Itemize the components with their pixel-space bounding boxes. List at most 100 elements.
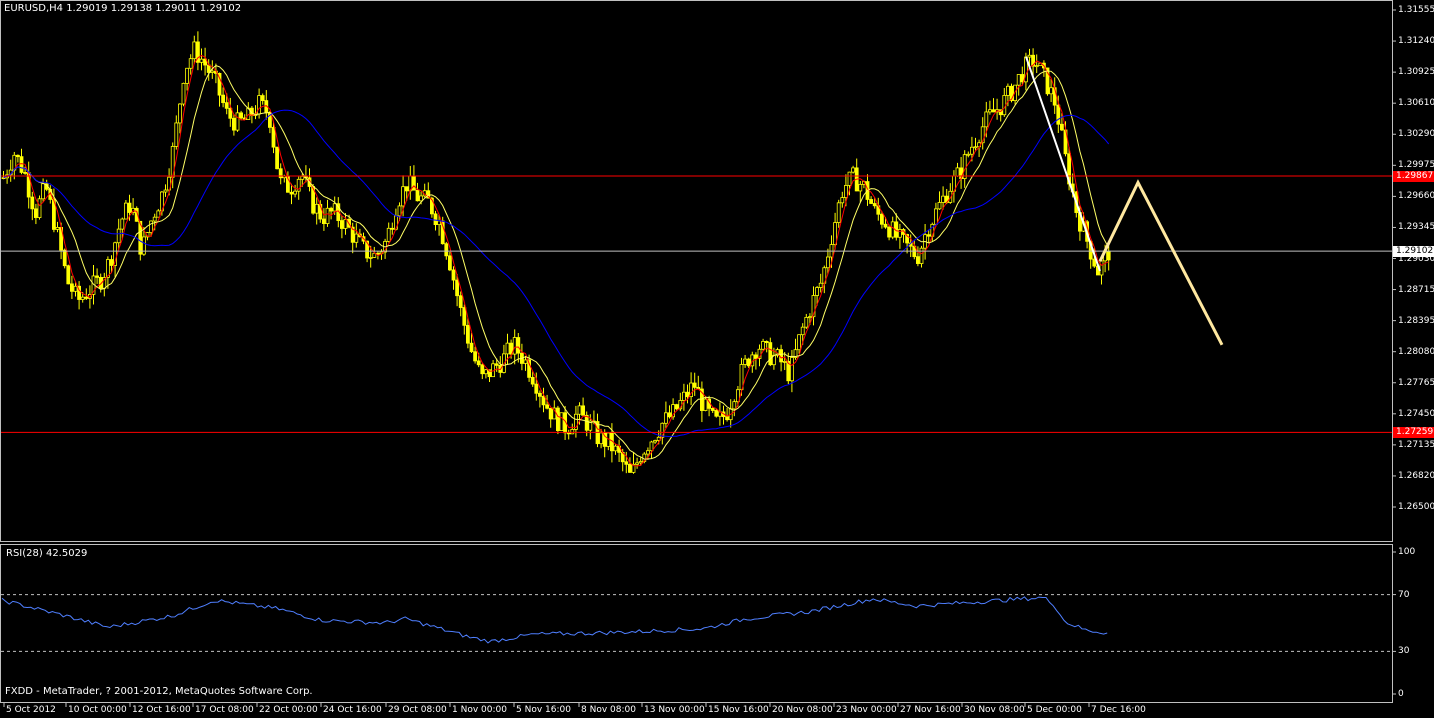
candle-body	[692, 382, 697, 388]
candle-body	[782, 360, 787, 363]
candle-body	[962, 154, 967, 179]
candle-body	[275, 146, 280, 170]
candle-body	[628, 463, 632, 473]
candle-body	[447, 255, 452, 271]
candle-body	[840, 197, 845, 204]
rsi-axis-label: 70	[1398, 589, 1410, 600]
rsi-axis-label: 30	[1398, 646, 1410, 657]
candle-body	[34, 208, 38, 218]
candle-body	[109, 259, 114, 266]
time-axis-label: 29 Oct 08:00	[388, 705, 447, 715]
candle-body	[329, 207, 334, 212]
current-price-tag: 1.29102	[1393, 246, 1434, 258]
candle-body	[764, 340, 769, 343]
time-axis-label: 5 Nov 16:00	[516, 705, 571, 715]
time-axis-label: 20 Nov 08:00	[772, 705, 833, 715]
candle-body	[743, 358, 747, 365]
candle-body	[955, 167, 960, 177]
candle-body	[1034, 65, 1039, 68]
candle-body	[1106, 250, 1111, 261]
candle-body	[577, 405, 582, 415]
candle-body	[649, 441, 654, 452]
candle-body	[199, 58, 204, 63]
rsi-axis-label: 100	[1398, 547, 1416, 557]
candle-body	[869, 199, 873, 204]
candle-body	[1006, 85, 1010, 96]
candle-body	[941, 195, 945, 203]
price-axis-label: 1.30290	[1398, 129, 1434, 140]
candle-body	[804, 316, 809, 328]
price-axis-label: 1.31555	[1398, 5, 1434, 15]
candle-body	[512, 337, 517, 355]
candle-body	[257, 95, 262, 115]
candle-body	[890, 221, 895, 238]
candle-body	[314, 203, 319, 214]
candle-body	[95, 275, 99, 278]
candle-body	[1060, 123, 1064, 131]
candle-body	[469, 342, 474, 353]
price-axis-label: 1.27765	[1398, 377, 1434, 388]
price-axis-label: 1.26820	[1398, 470, 1434, 481]
candle-body	[483, 369, 488, 375]
price-axis-label: 1.27135	[1398, 439, 1434, 450]
candle-body	[545, 404, 549, 409]
time-axis-label: 27 Nov 16:00	[900, 705, 961, 715]
price-axis-label: 1.29660	[1398, 191, 1434, 202]
candle-body	[37, 198, 42, 218]
candle-body	[271, 127, 276, 148]
chart-canvas[interactable]	[0, 0, 1434, 718]
time-axis-label: 30 Nov 08:00	[964, 705, 1025, 715]
price-axis-label: 1.28715	[1398, 284, 1434, 295]
candle-body	[761, 340, 765, 350]
candle-body	[534, 383, 539, 394]
candle-body	[880, 213, 884, 225]
candle-body	[80, 296, 85, 300]
candle-body	[746, 358, 751, 367]
candle-body	[797, 334, 801, 351]
candle-body	[872, 203, 877, 207]
candle-body	[646, 450, 650, 455]
candle-body	[473, 351, 478, 362]
candle-body	[970, 146, 974, 155]
candle-body	[476, 360, 481, 366]
candle-body	[973, 146, 978, 149]
candle-body	[664, 412, 668, 424]
candle-body	[541, 395, 546, 406]
candle-body	[120, 218, 125, 230]
candle-body	[188, 58, 193, 69]
copyright-text: FXDD - MetaTrader, ? 2001-2012, MetaQuot…	[5, 686, 313, 697]
candle-body	[354, 233, 359, 243]
candle-body	[1016, 74, 1021, 86]
candle-body	[465, 324, 470, 344]
candle-body	[300, 175, 305, 180]
candle-body	[455, 279, 460, 297]
candle-body	[858, 184, 863, 192]
candle-body	[847, 171, 852, 186]
time-axis-label: 24 Oct 16:00	[323, 705, 382, 715]
candle-body	[390, 227, 395, 230]
candle-body	[768, 342, 773, 366]
candle-body	[887, 226, 891, 238]
candle-body	[937, 202, 942, 210]
time-axis-label: 1 Nov 00:00	[452, 705, 507, 715]
candle-body	[221, 94, 226, 104]
candle-body	[703, 398, 708, 411]
candle-body	[818, 282, 823, 288]
level-price-tag: 1.29867	[1393, 170, 1434, 182]
candle-body	[523, 359, 528, 364]
candle-body	[1099, 260, 1104, 276]
candle-body	[70, 283, 74, 292]
price-axis-label: 1.29345	[1398, 222, 1434, 233]
time-axis-label: 8 Nov 08:00	[581, 705, 636, 715]
time-axis-label: 5 Dec 00:00	[1027, 705, 1082, 715]
time-axis-label: 5 Oct 2012	[6, 705, 56, 715]
candle-body	[988, 109, 992, 113]
candle-body	[599, 432, 603, 445]
candle-body	[1027, 54, 1032, 58]
candle-body	[725, 416, 729, 421]
candle-body	[411, 175, 416, 191]
level-price-tag: 1.27259	[1393, 427, 1434, 439]
price-axis-label: 1.29975	[1398, 160, 1434, 171]
candle-body	[433, 213, 438, 226]
candle-body	[984, 111, 989, 128]
